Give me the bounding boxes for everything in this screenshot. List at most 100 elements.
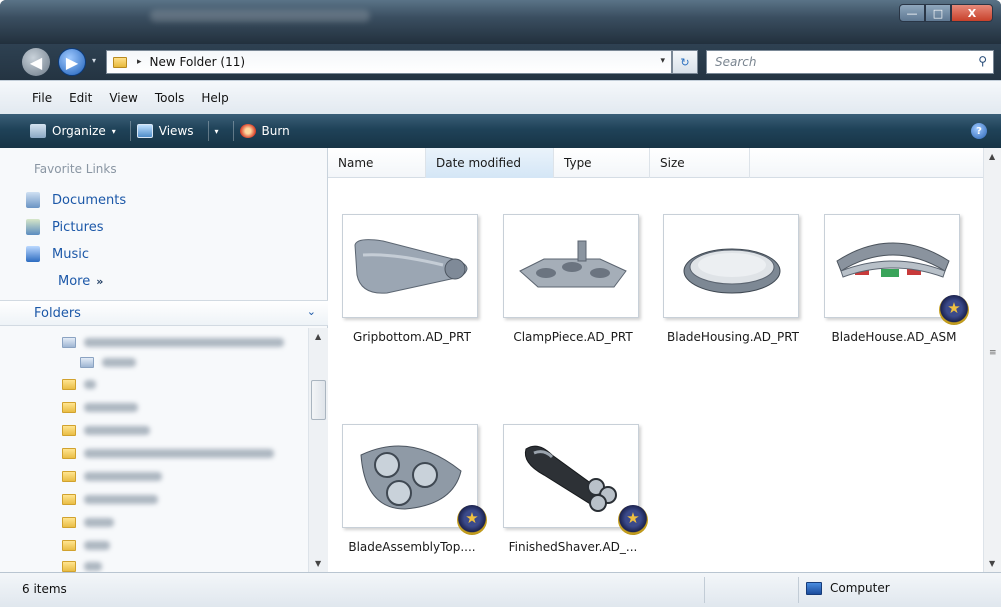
menu-file[interactable]: File: [32, 91, 52, 105]
chevron-down-icon[interactable]: ⌄: [307, 305, 316, 318]
file-list-pane: Name Date modified Type Size Gripbottom.…: [328, 148, 1001, 572]
scroll-thumb[interactable]: [311, 380, 326, 420]
file-name: ClampPiece.AD_PRT: [513, 330, 633, 344]
views-button[interactable]: Views: [136, 124, 194, 138]
search-folder-icon: [62, 336, 76, 348]
scroll-grip-icon[interactable]: ≡: [989, 348, 997, 358]
menu-help[interactable]: Help: [201, 91, 228, 105]
folders-header[interactable]: Folders ⌄: [0, 300, 328, 326]
column-size[interactable]: Size: [650, 148, 750, 178]
file-item[interactable]: BladeAssemblyTop....: [342, 424, 487, 554]
toolbar-divider: [129, 121, 131, 141]
scroll-down-icon[interactable]: ▼: [315, 559, 321, 568]
close-button[interactable]: X: [951, 4, 993, 22]
favorite-pictures[interactable]: Pictures: [26, 219, 103, 235]
tree-item[interactable]: [62, 535, 110, 555]
folder-icon: [62, 493, 76, 505]
tree-item[interactable]: [62, 374, 96, 394]
file-item[interactable]: Gripbottom.AD_PRT: [342, 214, 482, 344]
burn-button[interactable]: Burn: [239, 124, 290, 138]
status-divider: [798, 577, 799, 603]
back-button[interactable]: ◀: [22, 48, 50, 76]
assembly-badge-icon: [618, 505, 648, 535]
file-thumbnail: [342, 424, 487, 535]
column-header: Name Date modified Type Size: [328, 148, 983, 178]
tree-item[interactable]: [62, 466, 162, 486]
chevron-down-icon: ▾: [214, 126, 219, 136]
minimize-button[interactable]: —: [899, 4, 925, 22]
search-icon[interactable]: ⚲: [978, 54, 987, 68]
gripbottom-preview: [354, 239, 468, 294]
help-icon[interactable]: ?: [971, 123, 987, 139]
folder-tree: [0, 328, 308, 572]
favorite-label: Documents: [52, 192, 127, 208]
file-name: BladeHouse.AD_ASM: [831, 330, 957, 344]
favorite-music[interactable]: Music: [26, 246, 89, 262]
recent-pages-dropdown[interactable]: ▾: [92, 56, 96, 65]
tree-item[interactable]: [62, 443, 274, 463]
tree-item[interactable]: [62, 556, 102, 572]
menu-bar: File Edit View Tools Help: [0, 80, 1001, 114]
search-input[interactable]: Search ⚲: [706, 50, 994, 74]
menu-view[interactable]: View: [109, 91, 137, 105]
breadcrumb-current[interactable]: New Folder (11): [150, 55, 246, 69]
file-thumbnail: [342, 214, 478, 318]
tree-item[interactable]: [62, 397, 138, 417]
toolbar-divider: [232, 121, 234, 141]
maximize-button[interactable]: □: [925, 4, 951, 22]
address-dropdown-icon[interactable]: ▾: [660, 56, 665, 66]
command-bar: Organize ▾ Views ▾ Burn ?: [0, 114, 1001, 148]
file-item[interactable]: ClampPiece.AD_PRT: [503, 214, 643, 344]
explorer-window: — □ X ◀ ▶ ▾ ▸ New Folder (11) ▾ ↻ Search…: [0, 0, 1001, 607]
chevron-down-icon: ▾: [111, 126, 116, 136]
item-count: 6 items: [22, 582, 67, 596]
folder-icon: [62, 424, 76, 436]
assembly-badge-icon: [457, 505, 487, 535]
organize-button[interactable]: Organize ▾: [30, 124, 116, 138]
organize-icon: [30, 124, 46, 138]
address-row: ◀ ▶ ▾ ▸ New Folder (11) ▾ ↻ Search ⚲: [0, 44, 1001, 80]
favorite-documents[interactable]: Documents: [26, 192, 126, 208]
file-thumbnail: [663, 214, 799, 318]
bladehousing-preview: [683, 248, 781, 294]
blurred-label: [84, 471, 162, 481]
folder-tree-scrollbar[interactable]: ▲ ▼: [308, 328, 328, 572]
file-thumbnail: [503, 424, 648, 535]
folder-icon: [62, 539, 76, 551]
tree-item[interactable]: [62, 512, 114, 532]
scroll-down-icon[interactable]: ▼: [989, 559, 995, 568]
file-item[interactable]: FinishedShaver.AD_...: [503, 424, 648, 554]
forward-button[interactable]: ▶: [58, 48, 86, 76]
assembly-badge-icon: [939, 295, 969, 325]
blurred-label: [84, 448, 274, 458]
more-links-button[interactable]: More »: [58, 274, 103, 289]
views-dropdown[interactable]: ▾: [215, 127, 219, 136]
tree-item[interactable]: [80, 352, 136, 372]
tree-item[interactable]: [62, 489, 158, 509]
more-label: More: [58, 274, 91, 289]
burn-label: Burn: [261, 124, 290, 138]
double-chevron-icon: »: [96, 275, 104, 288]
file-list-scrollbar[interactable]: ▲ ≡ ▼: [983, 148, 1001, 572]
title-bar[interactable]: — □ X: [0, 0, 1001, 44]
column-date-modified[interactable]: Date modified: [426, 148, 554, 178]
documents-icon: [26, 192, 40, 208]
blurred-label: [84, 517, 114, 527]
pictures-icon: [26, 219, 40, 235]
address-bar[interactable]: ▸ New Folder (11) ▾: [106, 50, 672, 74]
menu-edit[interactable]: Edit: [69, 91, 92, 105]
tree-item[interactable]: [62, 332, 284, 352]
breadcrumb-arrow-icon[interactable]: ▸: [137, 57, 142, 67]
column-type[interactable]: Type: [554, 148, 650, 178]
column-name[interactable]: Name: [328, 148, 426, 178]
scroll-up-icon[interactable]: ▲: [989, 152, 995, 161]
scroll-up-icon[interactable]: ▲: [315, 332, 321, 341]
file-item[interactable]: BladeHousing.AD_PRT: [663, 214, 803, 344]
tree-item[interactable]: [62, 420, 150, 440]
file-item[interactable]: BladeHouse.AD_ASM: [824, 214, 969, 344]
organize-label: Organize: [52, 124, 106, 138]
refresh-button[interactable]: ↻: [672, 50, 698, 74]
toolbar-divider: [207, 121, 209, 141]
file-thumbnail: [824, 214, 969, 325]
menu-tools[interactable]: Tools: [155, 91, 185, 105]
